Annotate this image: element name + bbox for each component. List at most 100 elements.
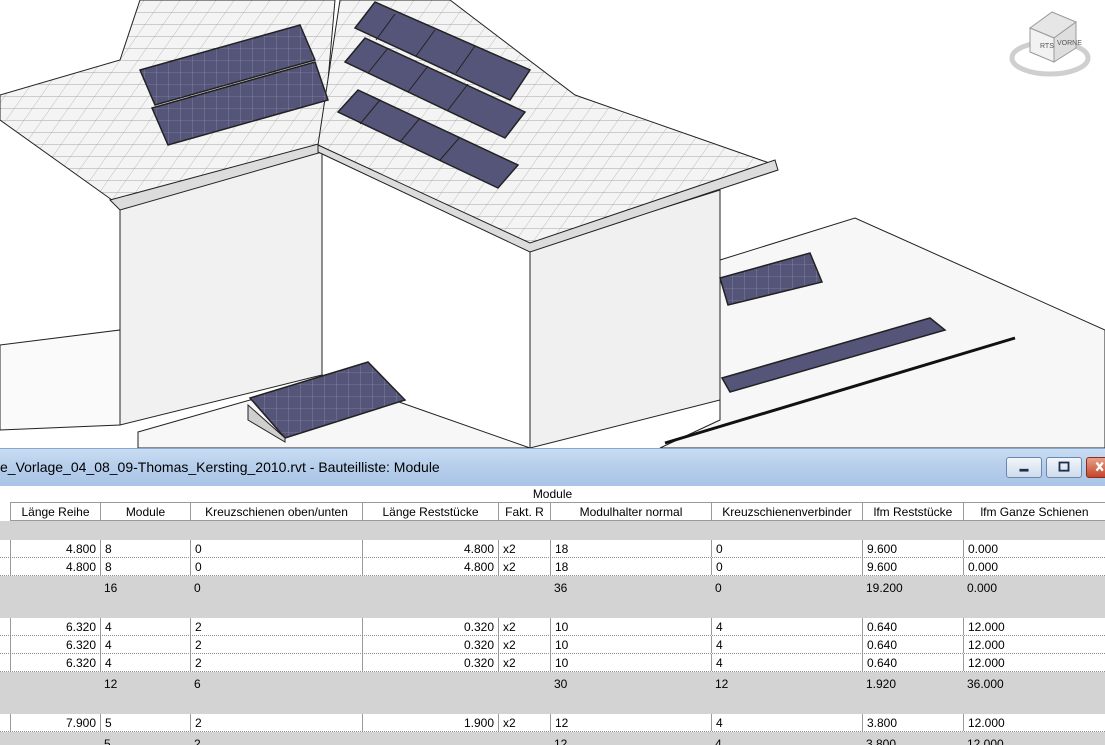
table-cell[interactable]: 6.320 <box>10 636 100 653</box>
table-cell[interactable]: 0 <box>711 540 862 557</box>
table-cell[interactable]: 10 <box>550 618 711 635</box>
group-header-row[interactable] <box>0 695 1105 714</box>
table-cell[interactable]: 0.000 <box>963 540 1105 557</box>
table-cell[interactable]: 12 <box>550 714 711 731</box>
table-cell[interactable] <box>498 576 550 599</box>
3d-viewport[interactable]: RTS VORNE <box>0 0 1105 448</box>
table-row[interactable]: 4.800 8 0 4.800 x2 18 0 9.600 0.000 <box>0 558 1105 576</box>
table-cell[interactable]: 4 <box>711 618 862 635</box>
table-cell[interactable] <box>362 672 498 695</box>
viewcube-icon[interactable]: RTS VORNE <box>1009 11 1091 77</box>
group-header-row[interactable] <box>0 599 1105 618</box>
group-total-row[interactable]: 12 6 30 12 1.920 36.000 <box>0 672 1105 695</box>
table-cell[interactable]: 9.600 <box>862 558 963 575</box>
table-cell[interactable]: x2 <box>498 654 550 671</box>
column-header[interactable]: lfm Reststücke <box>862 502 963 521</box>
table-cell[interactable]: 12 <box>100 672 190 695</box>
table-cell[interactable]: 19.200 <box>862 576 963 599</box>
table-cell[interactable]: 4.800 <box>10 558 100 575</box>
table-cell[interactable]: 2 <box>190 654 362 671</box>
table-cell[interactable] <box>362 732 498 745</box>
table-cell[interactable]: 0 <box>190 558 362 575</box>
table-row[interactable]: 6.320 4 2 0.320 x2 10 4 0.640 12.000 <box>0 618 1105 636</box>
table-cell[interactable]: 0.000 <box>963 558 1105 575</box>
table-cell[interactable]: 3.800 <box>862 732 963 745</box>
table-cell[interactable]: 2 <box>190 636 362 653</box>
column-header[interactable]: Länge Reihe <box>10 502 100 521</box>
table-cell[interactable]: 4.800 <box>10 540 100 557</box>
table-cell[interactable]: 6 <box>190 672 362 695</box>
group-header-row[interactable] <box>0 521 1105 540</box>
column-header[interactable]: Fakt. R <box>498 502 550 521</box>
table-cell[interactable]: 8 <box>100 558 190 575</box>
table-cell[interactable]: 0.000 <box>963 576 1105 599</box>
column-header[interactable]: lfm Ganze Schienen <box>963 502 1105 521</box>
table-cell[interactable]: 0.640 <box>862 618 963 635</box>
table-cell[interactable]: 2 <box>190 618 362 635</box>
column-header[interactable]: Modulhalter normal <box>550 502 711 521</box>
table-row[interactable]: 4.800 8 0 4.800 x2 18 0 9.600 0.000 <box>0 540 1105 558</box>
table-cell[interactable]: 4 <box>711 636 862 653</box>
table-cell[interactable]: 1.900 <box>362 714 498 731</box>
table-cell[interactable] <box>10 672 100 695</box>
table-cell[interactable]: 0.320 <box>362 618 498 635</box>
group-total-row[interactable]: 5 2 12 4 3.800 12.000 <box>0 732 1105 745</box>
column-header[interactable]: Module <box>100 502 190 521</box>
table-cell[interactable]: 9.600 <box>862 540 963 557</box>
close-button[interactable] <box>1086 457 1105 478</box>
table-cell[interactable]: 8 <box>100 540 190 557</box>
table-cell[interactable]: 2 <box>190 714 362 731</box>
table-cell[interactable]: 0 <box>190 540 362 557</box>
table-cell[interactable]: x2 <box>498 714 550 731</box>
table-cell[interactable] <box>10 576 100 599</box>
table-cell[interactable]: 12.000 <box>963 636 1105 653</box>
table-cell[interactable]: 5 <box>100 732 190 745</box>
table-cell[interactable]: 1.920 <box>862 672 963 695</box>
table-cell[interactable]: 4 <box>100 636 190 653</box>
table-cell[interactable]: x2 <box>498 558 550 575</box>
table-cell[interactable]: 0 <box>190 576 362 599</box>
table-cell[interactable]: 18 <box>550 540 711 557</box>
table-cell[interactable]: 7.900 <box>10 714 100 731</box>
minimize-button[interactable] <box>1006 457 1042 478</box>
maximize-button[interactable] <box>1046 457 1082 478</box>
table-cell[interactable]: 3.800 <box>862 714 963 731</box>
table-row[interactable]: 6.320 4 2 0.320 x2 10 4 0.640 12.000 <box>0 654 1105 672</box>
table-cell[interactable]: 36.000 <box>963 672 1105 695</box>
table-cell[interactable]: 12.000 <box>963 654 1105 671</box>
table-cell[interactable] <box>498 672 550 695</box>
table-cell[interactable]: 4 <box>100 618 190 635</box>
table-cell[interactable]: 0.320 <box>362 654 498 671</box>
table-cell[interactable]: 4 <box>711 714 862 731</box>
table-cell[interactable]: 0.640 <box>862 654 963 671</box>
group-total-row[interactable]: 16 0 36 0 19.200 0.000 <box>0 576 1105 599</box>
table-cell[interactable]: 10 <box>550 654 711 671</box>
table-cell[interactable]: 0 <box>711 576 862 599</box>
table-cell[interactable]: 12 <box>711 672 862 695</box>
table-cell[interactable]: 0.320 <box>362 636 498 653</box>
table-cell[interactable]: 4.800 <box>362 558 498 575</box>
table-cell[interactable]: 5 <box>100 714 190 731</box>
table-cell[interactable] <box>10 732 100 745</box>
table-row[interactable]: 6.320 4 2 0.320 x2 10 4 0.640 12.000 <box>0 636 1105 654</box>
table-cell[interactable]: 0.640 <box>862 636 963 653</box>
table-cell[interactable]: 4 <box>711 732 862 745</box>
table-cell[interactable]: 12.000 <box>963 732 1105 745</box>
table-cell[interactable]: 36 <box>550 576 711 599</box>
table-cell[interactable]: 12.000 <box>963 618 1105 635</box>
table-cell[interactable] <box>498 732 550 745</box>
column-header[interactable]: Kreuzschienen oben/unten <box>190 502 362 521</box>
table-cell[interactable]: 16 <box>100 576 190 599</box>
table-cell[interactable]: 12.000 <box>963 714 1105 731</box>
table-cell[interactable]: x2 <box>498 540 550 557</box>
table-cell[interactable]: 4 <box>711 654 862 671</box>
table-cell[interactable]: 0 <box>711 558 862 575</box>
table-cell[interactable]: 30 <box>550 672 711 695</box>
table-row[interactable]: 7.900 5 2 1.900 x2 12 4 3.800 12.000 <box>0 714 1105 732</box>
table-cell[interactable]: 12 <box>550 732 711 745</box>
table-cell[interactable]: x2 <box>498 636 550 653</box>
table-cell[interactable]: x2 <box>498 618 550 635</box>
column-header[interactable]: Kreuzschienenverbinder <box>711 502 862 521</box>
table-cell[interactable]: 4.800 <box>362 540 498 557</box>
table-cell[interactable]: 18 <box>550 558 711 575</box>
